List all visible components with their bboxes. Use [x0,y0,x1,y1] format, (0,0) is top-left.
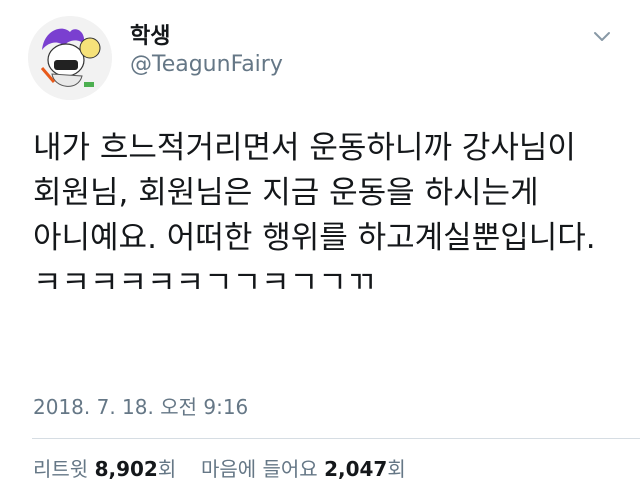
tweet-text: 내가 흐느적거리면서 운동하니까 강사님이 회원님, 회원님은 지금 운동을 하… [33,130,596,301]
chevron-down-icon[interactable] [590,26,614,46]
retweets-stat[interactable]: 리트윗 8,902회 [33,457,183,481]
author-handle[interactable]: @TeagunFairy [130,52,283,78]
retweets-label: 리트윗 [33,457,89,481]
likes-stat[interactable]: 마음에 들어요 2,047회 [201,457,406,481]
retweets-count: 8,902 [94,457,158,481]
tweet-stats: 리트윗 8,902회 마음에 들어요 2,047회 [33,456,406,482]
author-name[interactable]: 학생 [130,24,170,50]
likes-count: 2,047 [324,457,388,481]
divider [32,438,640,439]
likes-label: 마음에 들어요 [200,457,318,481]
retweets-unit: 회 [157,457,177,481]
avatar-icon [28,16,112,100]
tweet-card: 학생 @TeagunFairy 내가 흐느적거리면서 운동하니까 강사님이 회원… [0,0,640,498]
likes-unit: 회 [387,457,406,481]
tweet-timestamp[interactable]: 2018. 7. 18. 오전 9:16 [33,394,248,420]
avatar[interactable] [28,16,112,100]
